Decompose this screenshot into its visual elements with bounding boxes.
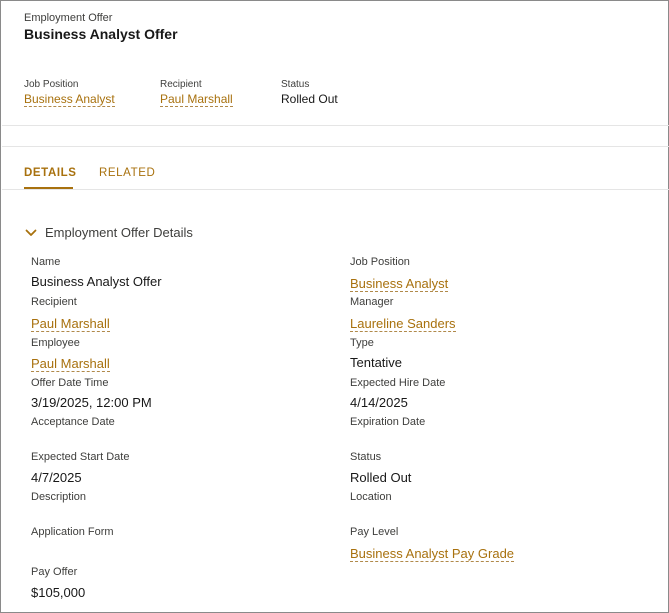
tabs-bottom-divider bbox=[2, 189, 669, 190]
highlight-label-recipient: Recipient bbox=[160, 79, 202, 90]
field-label-offer-date-time: Offer Date Time bbox=[31, 377, 109, 389]
field-label-description: Description bbox=[31, 491, 87, 503]
section-title: Employment Offer Details bbox=[45, 225, 193, 240]
highlight-status-value: Rolled Out bbox=[281, 92, 338, 106]
highlight-job-position-link[interactable]: Business Analyst bbox=[24, 92, 115, 107]
field-value-offer-date-time: 3/19/2025, 12:00 PM bbox=[31, 395, 152, 410]
field-label-employee: Employee bbox=[31, 337, 80, 349]
field-pay-level-link[interactable]: Business Analyst Pay Grade bbox=[350, 546, 515, 562]
field-manager-link[interactable]: Laureline Sanders bbox=[350, 316, 456, 332]
tab-related[interactable]: RELATED bbox=[99, 167, 155, 179]
highlight-job-position-value[interactable]: Business Analyst bbox=[24, 92, 115, 107]
field-value-expected-start-date: 4/7/2025 bbox=[31, 470, 82, 485]
field-value-pay-offer: $105,000 bbox=[31, 585, 86, 600]
record-page: Employment Offer Business Analyst Offer … bbox=[0, 0, 669, 613]
highlight-label-job-position: Job Position bbox=[24, 79, 79, 90]
field-value-employee[interactable]: Paul Marshall bbox=[31, 356, 110, 372]
field-value-name: Business Analyst Offer bbox=[31, 274, 162, 289]
highlight-label-status: Status bbox=[281, 79, 310, 90]
record-title: Business Analyst Offer bbox=[24, 26, 178, 42]
chevron-down-icon bbox=[25, 229, 37, 236]
field-value-recipient[interactable]: Paul Marshall bbox=[31, 316, 110, 332]
field-value-manager[interactable]: Laureline Sanders bbox=[350, 316, 456, 332]
field-label-expiration-date: Expiration Date bbox=[350, 416, 426, 428]
field-value-type: Tentative bbox=[350, 355, 403, 370]
field-label-location: Location bbox=[350, 491, 392, 503]
field-value-job-position[interactable]: Business Analyst bbox=[350, 276, 449, 292]
field-label-application-form: Application Form bbox=[31, 526, 114, 538]
field-label-acceptance-date: Acceptance Date bbox=[31, 416, 115, 428]
field-label-expected-start-date: Expected Start Date bbox=[31, 451, 130, 463]
field-value-status: Rolled Out bbox=[350, 470, 412, 485]
field-label-type: Type bbox=[350, 337, 374, 349]
field-label-pay-offer: Pay Offer bbox=[31, 566, 78, 578]
field-employee-link[interactable]: Paul Marshall bbox=[31, 356, 110, 372]
field-label-expected-hire-date: Expected Hire Date bbox=[350, 377, 446, 389]
section-toggle-employment-offer-details[interactable]: Employment Offer Details bbox=[25, 225, 193, 240]
field-label-pay-level: Pay Level bbox=[350, 526, 399, 538]
field-label-status: Status bbox=[350, 451, 382, 463]
field-value-expected-hire-date: 4/14/2025 bbox=[350, 395, 408, 410]
field-job-position-link[interactable]: Business Analyst bbox=[350, 276, 449, 292]
object-type-label: Employment Offer bbox=[24, 12, 113, 24]
highlight-recipient-link[interactable]: Paul Marshall bbox=[160, 92, 233, 107]
field-value-pay-level[interactable]: Business Analyst Pay Grade bbox=[350, 546, 515, 562]
tabs-top-divider bbox=[2, 146, 669, 147]
field-label-recipient: Recipient bbox=[31, 296, 77, 308]
field-label-name: Name bbox=[31, 256, 61, 268]
highlight-recipient-value[interactable]: Paul Marshall bbox=[160, 92, 233, 107]
header-divider bbox=[2, 125, 669, 126]
tab-details[interactable]: DETAILS bbox=[24, 167, 77, 179]
field-label-manager: Manager bbox=[350, 296, 394, 308]
field-recipient-link[interactable]: Paul Marshall bbox=[31, 316, 110, 332]
field-label-job-position: Job Position bbox=[350, 256, 410, 268]
